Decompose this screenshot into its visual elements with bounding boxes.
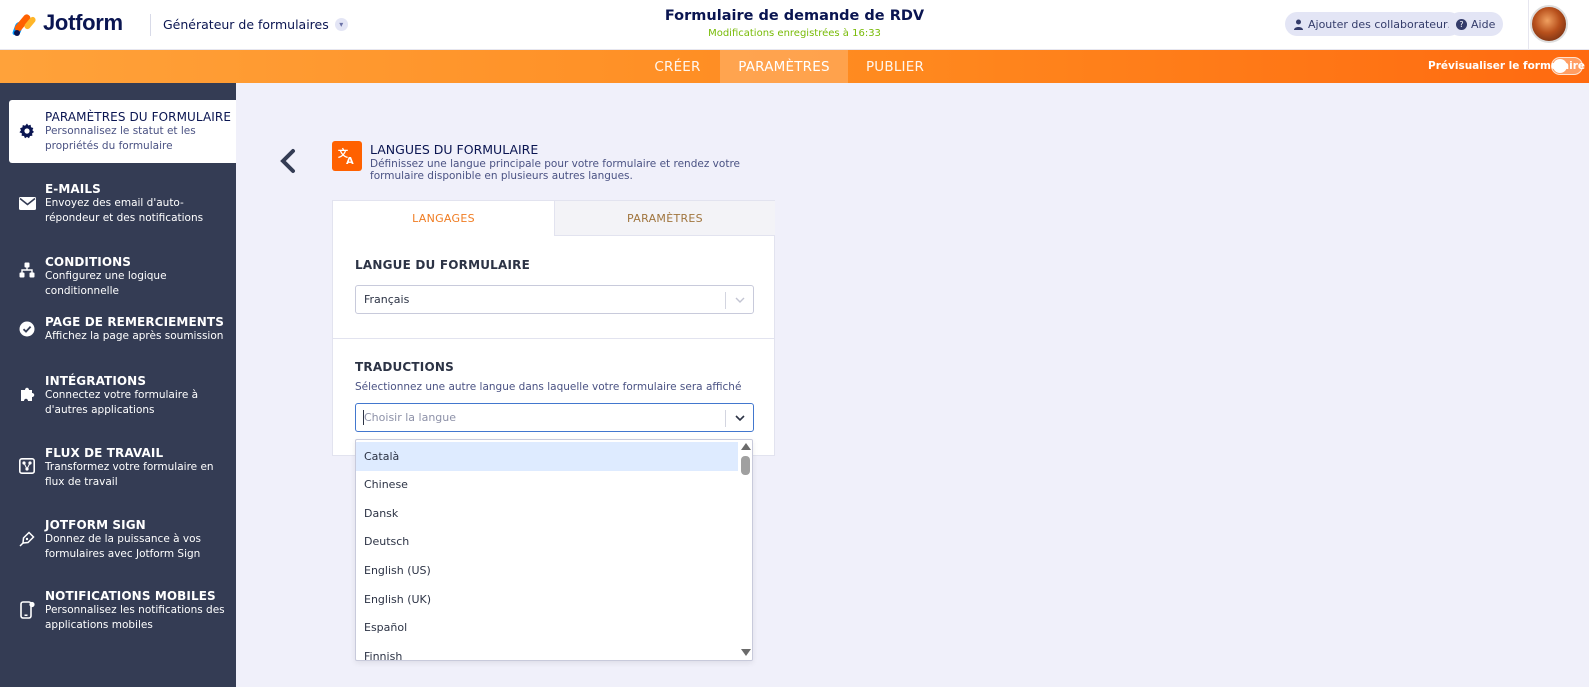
tab-publier[interactable]: PUBLIER	[858, 50, 932, 83]
language-option[interactable]: Deutsch	[356, 527, 738, 556]
sidebar-item-title: NOTIFICATIONS MOBILES	[45, 589, 216, 603]
language-option[interactable]: English (US)	[356, 556, 738, 585]
translation-language-select[interactable]: Choisir la langue	[355, 403, 754, 432]
language-option[interactable]: English (UK)	[356, 585, 738, 614]
builder-nav: CRÉER PARAMÈTRES PUBLIER	[0, 50, 1589, 83]
language-option[interactable]: Dansk	[356, 499, 738, 528]
tab-parametres[interactable]: PARAMÈTRES	[720, 50, 848, 83]
user-avatar[interactable]	[1530, 5, 1568, 43]
sidebar-item-desc: Envoyez des email d'auto-répondeur et de…	[45, 197, 204, 224]
tab-creer[interactable]: CRÉER	[643, 50, 712, 83]
language-option[interactable]: Finnish	[356, 642, 738, 660]
add-collaborators-label: Ajouter des collaborateurs	[1308, 17, 1454, 31]
select-divider	[725, 410, 726, 427]
chevron-down-icon	[732, 292, 748, 308]
sidebar-item-conditions[interactable]: CONDITIONS Configurez une logique condit…	[0, 250, 236, 297]
pen-nib-icon	[18, 530, 36, 548]
help-button[interactable]: ? Aide	[1448, 12, 1504, 36]
gear-icon	[18, 122, 36, 140]
sidebar-item-mobile-notifications[interactable]: NOTIFICATIONS MOBILES Personnalisez les …	[0, 583, 236, 639]
language-option[interactable]: Català	[356, 442, 738, 471]
sidebar-item-jotform-sign[interactable]: JOTFORM SIGN Donnez de la puissance à vo…	[0, 512, 236, 568]
sidebar-item-integrations[interactable]: INTÉGRATIONS Connectez votre formulaire …	[0, 368, 236, 424]
back-arrow-icon[interactable]	[276, 146, 298, 176]
sidebar-item-thank-you-page[interactable]: PAGE DE REMERCIEMENTS Affichez la page a…	[0, 310, 236, 352]
preview-toggle[interactable]	[1551, 57, 1583, 75]
sidebar-item-workflow[interactable]: FLUX DE TRAVAIL Transformez votre formul…	[0, 440, 236, 496]
help-label: Aide	[1471, 17, 1496, 31]
sidebar-item-title: CONDITIONS	[45, 255, 132, 269]
form-language-select[interactable]: Français	[355, 285, 754, 314]
sidebar-item-title: JOTFORM SIGN	[45, 518, 146, 532]
toggle-knob	[1553, 59, 1567, 73]
sidebar-item-title: INTÉGRATIONS	[45, 374, 147, 388]
tab-langages[interactable]: LANGAGES	[333, 201, 554, 236]
sidebar-item-emails[interactable]: E-MAILS Envoyez des email d'auto-réponde…	[0, 176, 236, 232]
chevron-down-icon	[732, 410, 748, 426]
puzzle-icon	[18, 385, 36, 403]
translation-placeholder: Choisir la langue	[364, 411, 457, 424]
scroll-down-arrow-icon[interactable]	[741, 649, 751, 656]
sidebar-item-title: FLUX DE TRAVAIL	[45, 446, 164, 460]
add-collaborators-button[interactable]: Ajouter des collaborateurs	[1285, 12, 1462, 36]
sitemap-icon	[18, 261, 36, 279]
svg-text:A: A	[346, 156, 354, 166]
top-header: Jotform Générateur de formulaires ▾ Form…	[0, 0, 1589, 50]
sidebar-item-desc: Personnalisez le statut et les propriété…	[45, 125, 196, 152]
sidebar-item-form-settings[interactable]: PARAMÈTRES DU FORMULAIRE Personnalisez l…	[9, 100, 236, 163]
translate-icon: 文A	[332, 141, 362, 171]
workflow-icon	[18, 457, 36, 475]
sidebar-item-desc: Transformez votre formulaire en flux de …	[45, 461, 214, 488]
form-language-value: Français	[364, 293, 410, 306]
section-divider	[333, 338, 774, 339]
mobile-notification-icon	[18, 601, 36, 619]
sidebar-item-desc: Connectez votre formulaire à d'autres ap…	[45, 389, 199, 416]
translations-description: Sélectionnez une autre langue dans laque…	[355, 381, 742, 393]
translations-label: TRADUCTIONS	[355, 360, 454, 374]
sidebar-item-desc: Personnalisez les notifications des appl…	[45, 604, 225, 631]
section-description: Définissez une langue principale pour vo…	[370, 158, 740, 182]
user-icon	[1293, 19, 1304, 30]
select-divider	[725, 292, 726, 309]
dropdown-scrollbar[interactable]	[739, 440, 752, 660]
tab-card-parametres[interactable]: PARAMÈTRES	[554, 201, 775, 236]
sidebar-item-title: E-MAILS	[45, 182, 101, 196]
language-option[interactable]: Español	[356, 613, 738, 642]
section-title: LANGUES DU FORMULAIRE	[370, 142, 539, 157]
scroll-up-arrow-icon[interactable]	[741, 443, 751, 450]
sidebar-item-title: PARAMÈTRES DU FORMULAIRE	[45, 110, 232, 124]
language-option[interactable]: Chinese	[356, 470, 738, 499]
language-dropdown-menu[interactable]: Català Chinese Dansk Deutsch English (US…	[355, 439, 753, 661]
scrollbar-thumb[interactable]	[741, 456, 750, 475]
envelope-icon	[18, 194, 36, 212]
sidebar-item-desc: Donnez de la puissance à vos formulaires…	[45, 533, 201, 560]
sidebar-item-desc: Configurez une logique conditionnelle	[45, 270, 167, 297]
question-icon: ?	[1456, 18, 1467, 30]
form-language-label: LANGUE DU FORMULAIRE	[355, 258, 530, 272]
languages-card: LANGAGES PARAMÈTRES LANGUE DU FORMULAIRE…	[332, 200, 775, 456]
check-circle-icon	[18, 320, 36, 338]
sidebar-item-title: PAGE DE REMERCIEMENTS	[45, 315, 224, 329]
sidebar-item-desc: Affichez la page après soumission	[45, 330, 224, 342]
